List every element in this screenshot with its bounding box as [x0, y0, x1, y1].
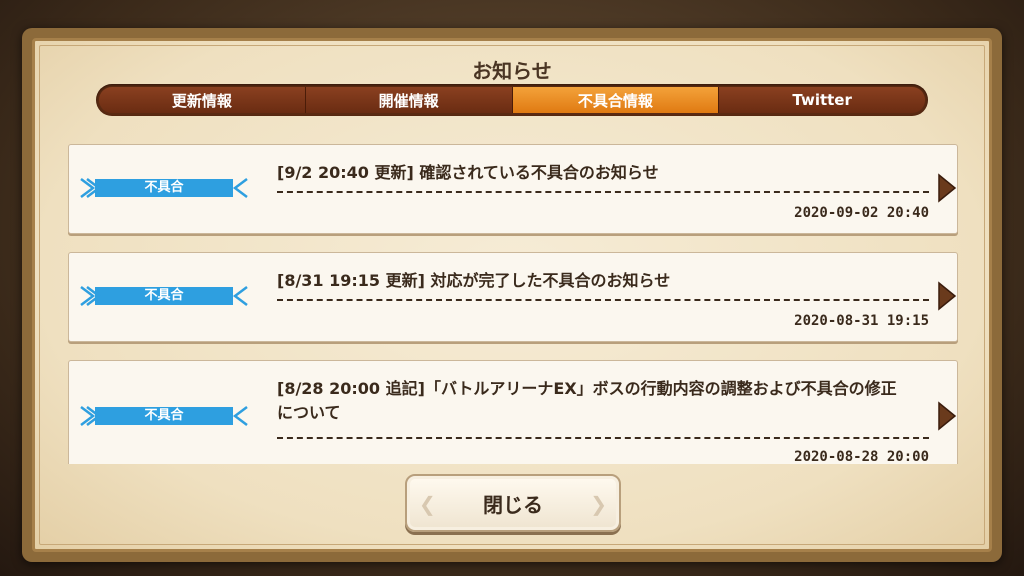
divider: [277, 191, 929, 193]
divider: [277, 299, 929, 301]
list-item[interactable]: 不具合 [8/31 19:15 更新] 対応が完了した不具合のお知らせ 2020…: [68, 252, 958, 342]
badge-label: 不具合: [144, 288, 184, 303]
tab-bugs[interactable]: 不具合情報: [512, 87, 720, 113]
category-badge: 不具合: [79, 405, 249, 427]
category-badge: 不具合: [79, 285, 249, 307]
tab-updates[interactable]: 更新情報: [99, 87, 306, 113]
notice-title: [8/28 20:00 追記]「バトルアリーナEX」ボスの行動内容の調整および不…: [277, 379, 897, 422]
notice-title: [9/2 20:40 更新] 確認されている不具合のお知らせ: [277, 163, 659, 182]
tab-bar: 更新情報 開催情報 不具合情報 Twitter: [96, 84, 928, 116]
tab-twitter[interactable]: Twitter: [719, 87, 925, 113]
notice-date: 2020-09-02 20:40: [794, 205, 929, 221]
tab-events[interactable]: 開催情報: [305, 87, 513, 113]
badge-label: 不具合: [144, 180, 184, 195]
notice-title: [8/31 19:15 更新] 対応が完了した不具合のお知らせ: [277, 271, 671, 290]
dialog-title: お知らせ: [472, 59, 552, 83]
list-item[interactable]: 不具合 [9/2 20:40 更新] 確認されている不具合のお知らせ 2020-…: [68, 144, 958, 234]
badge-label: 不具合: [144, 408, 184, 423]
close-button[interactable]: ❮ 閉じる ❯: [405, 474, 621, 532]
chevron-right-icon[interactable]: [935, 401, 957, 431]
category-badge: 不具合: [79, 177, 249, 199]
decoration-icon: ❯: [590, 492, 607, 516]
close-button-label: 閉じる: [483, 492, 543, 517]
chevron-right-icon[interactable]: [935, 281, 957, 311]
notice-date: 2020-08-28 20:00: [794, 449, 929, 464]
list-item[interactable]: 不具合 [8/28 20:00 追記]「バトルアリーナEX」ボスの行動内容の調整…: [68, 360, 958, 464]
divider: [277, 437, 929, 439]
decoration-icon: ❮: [419, 492, 436, 516]
notice-list[interactable]: 不具合 [9/2 20:40 更新] 確認されている不具合のお知らせ 2020-…: [52, 126, 974, 464]
chevron-right-icon[interactable]: [935, 173, 957, 203]
notice-date: 2020-08-31 19:15: [794, 313, 929, 329]
